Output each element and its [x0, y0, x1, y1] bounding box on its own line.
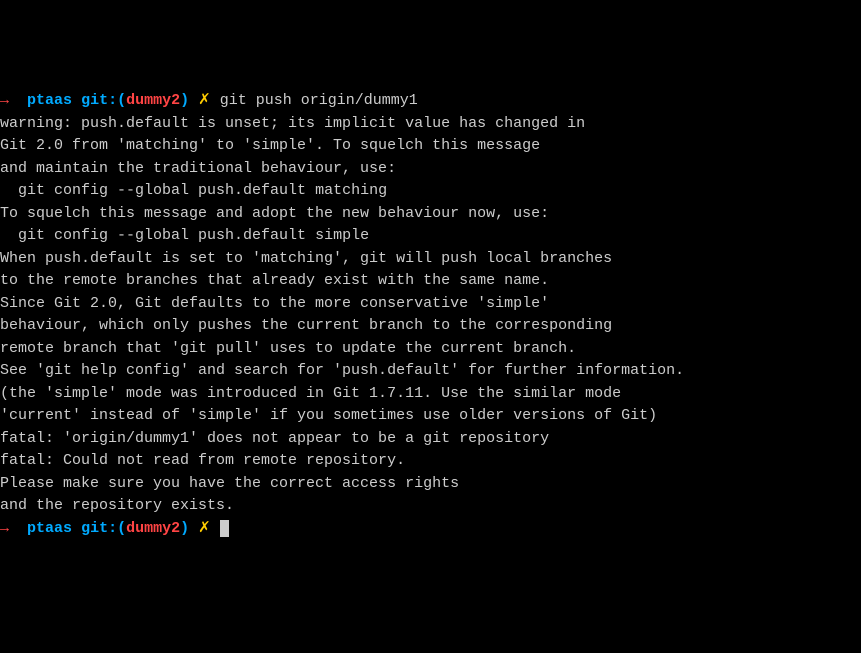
output-line: Please make sure you have the correct ac… — [0, 473, 861, 496]
prompt-git-close: ) — [180, 92, 189, 109]
prompt-branch: dummy2 — [126, 92, 180, 109]
output-line: Since Git 2.0, Git defaults to the more … — [0, 293, 861, 316]
output-line: and maintain the traditional behaviour, … — [0, 158, 861, 181]
prompt-symbol: ✗ — [198, 520, 211, 537]
prompt-git-label: git:( — [81, 520, 126, 537]
output-line: fatal: 'origin/dummy1' does not appear t… — [0, 428, 861, 451]
output-line: git config --global push.default matchin… — [0, 180, 861, 203]
output-line: To squelch this message and adopt the ne… — [0, 203, 861, 226]
prompt-git-close: ) — [180, 520, 189, 537]
output-line: warning: push.default is unset; its impl… — [0, 113, 861, 136]
prompt-branch: dummy2 — [126, 520, 180, 537]
output-line: and the repository exists. — [0, 495, 861, 518]
output-line: (the 'simple' mode was introduced in Git… — [0, 383, 861, 406]
output-line: remote branch that 'git pull' uses to up… — [0, 338, 861, 361]
prompt-arrow: → — [0, 520, 9, 537]
prompt-directory: ptaas — [27, 520, 72, 537]
prompt-arrow: → — [0, 92, 9, 109]
terminal-window[interactable]: → ptaas git:(dummy2) ✗ git push origin/d… — [0, 90, 861, 540]
prompt-git-label: git:( — [81, 92, 126, 109]
output-line: behaviour, which only pushes the current… — [0, 315, 861, 338]
prompt-symbol: ✗ — [198, 92, 211, 109]
cursor-icon — [220, 520, 229, 537]
output-line: See 'git help config' and search for 'pu… — [0, 360, 861, 383]
output-line: When push.default is set to 'matching', … — [0, 248, 861, 271]
output-line: fatal: Could not read from remote reposi… — [0, 450, 861, 473]
command-input: git push origin/dummy1 — [220, 92, 418, 109]
output-line: Git 2.0 from 'matching' to 'simple'. To … — [0, 135, 861, 158]
output-line: to the remote branches that already exis… — [0, 270, 861, 293]
prompt-line-2[interactable]: → ptaas git:(dummy2) ✗ — [0, 518, 861, 541]
prompt-line-1: → ptaas git:(dummy2) ✗ git push origin/d… — [0, 90, 861, 113]
output-line: 'current' instead of 'simple' if you som… — [0, 405, 861, 428]
output-line: git config --global push.default simple — [0, 225, 861, 248]
prompt-directory: ptaas — [27, 92, 72, 109]
